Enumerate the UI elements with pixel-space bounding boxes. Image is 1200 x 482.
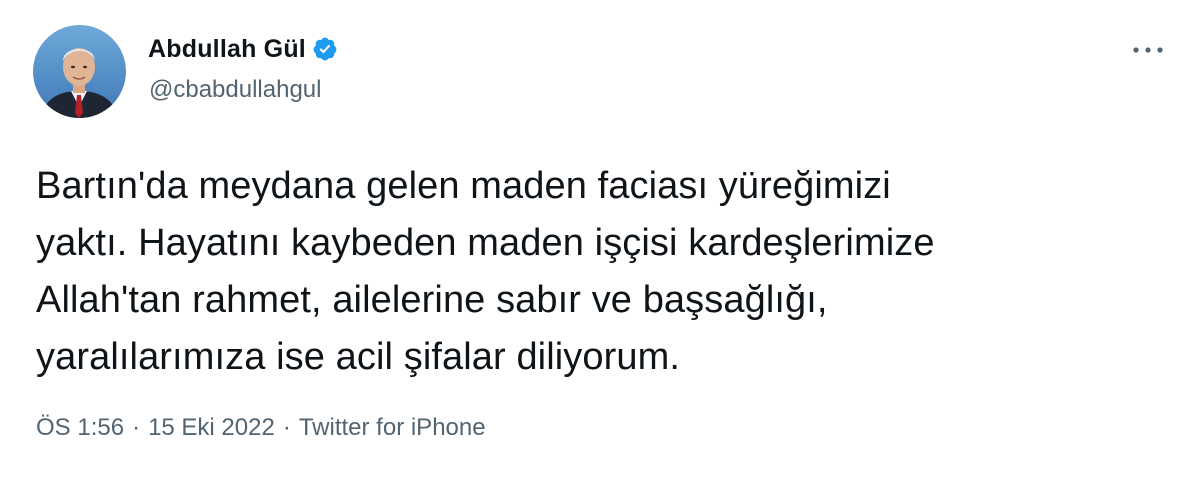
author-avatar[interactable] (33, 25, 126, 118)
tweet-card: Abdullah Gül @cbabdullahgul Bartın'da me… (0, 0, 1200, 482)
more-options-icon[interactable] (1128, 38, 1168, 62)
author-display-name[interactable]: Abdullah Gül (148, 35, 306, 64)
tweet-time[interactable]: ÖS 1:56 (36, 414, 124, 442)
author-name-row[interactable]: Abdullah Gül (148, 33, 338, 65)
tweet-text: Bartın'da meydana gelen maden faciası yü… (36, 158, 1156, 386)
tweet-meta: ÖS 1:56 · 15 Eki 2022 · Twitter for iPho… (36, 414, 486, 442)
author-handle[interactable]: @cbabdullahgul (149, 76, 322, 104)
tweet-date[interactable]: 15 Eki 2022 (148, 414, 275, 442)
meta-separator: · (132, 414, 141, 441)
tweet-text-line: Allah'tan rahmet, ailelerine sabır ve ba… (36, 279, 828, 321)
tweet-text-line: yaralılarımıza ise acil şifalar diliyoru… (36, 336, 681, 378)
tweet-text-line: Bartın'da meydana gelen maden faciası yü… (36, 165, 891, 207)
verified-badge-icon (312, 36, 338, 62)
tweet-source[interactable]: Twitter for iPhone (299, 414, 486, 442)
tweet-text-line: yaktı. Hayatını kaybeden maden işçisi ka… (36, 222, 935, 264)
meta-separator: · (282, 414, 291, 441)
avatar-photo (33, 25, 126, 118)
